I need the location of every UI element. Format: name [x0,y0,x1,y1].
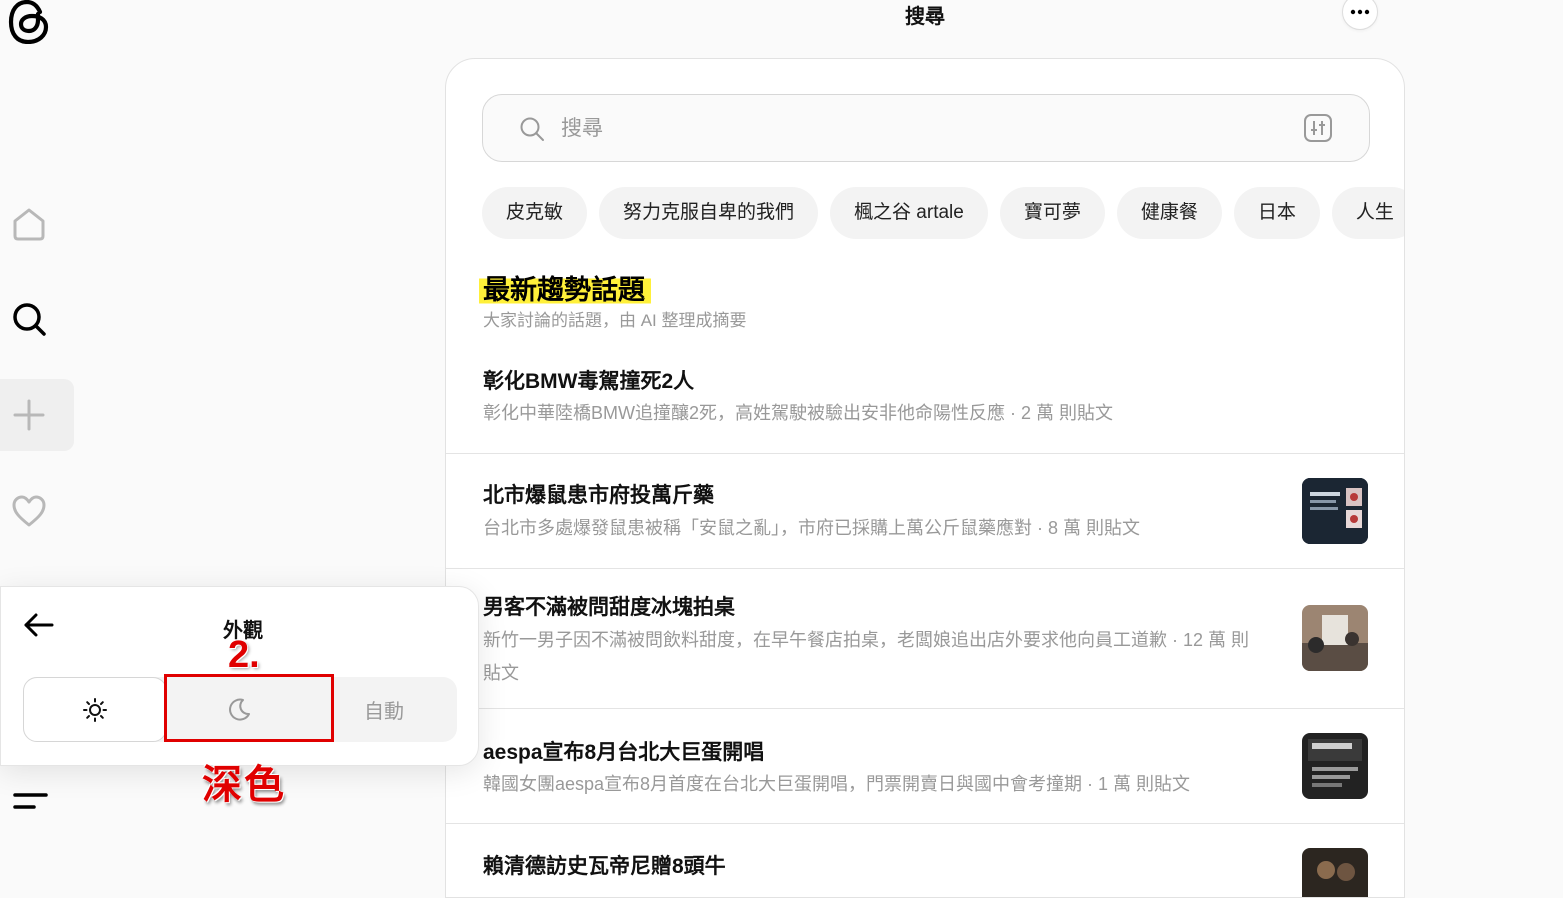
chip[interactable]: 健康餐 [1116,187,1222,239]
home-icon[interactable] [0,195,58,253]
chip[interactable]: 皮克敏 [482,187,588,239]
trending-subtitle: 大家討論的話題，由 AI 整理成摘要 [483,311,747,330]
chip[interactable]: 人生 [1331,187,1404,239]
topic-thumbnail [1302,733,1368,799]
topic-title: 男客不滿被問甜度冰塊拍桌 [483,596,735,619]
plus-icon[interactable] [0,386,58,444]
annotation-step-number: 2. [228,634,260,676]
topic-item[interactable]: 北市爆鼠患市府投萬斤藥 台北市多處爆發鼠患被稱「安鼠之亂」，市府已採購上萬公斤鼠… [446,454,1404,569]
topic-item[interactable]: 男客不滿被問甜度冰塊拍桌 新竹一男子因不滿被問飲料甜度，在早午餐店拍桌，老闆娘追… [446,569,1404,709]
sun-icon [83,697,107,722]
topic-title: 北市爆鼠患市府投萬斤藥 [483,484,714,507]
menu-icon[interactable] [12,788,50,819]
chip[interactable]: 寶可夢 [999,187,1105,239]
topic-thumbnail [1302,478,1368,544]
topic-description: 彰化中華陸橋BMW追撞釀2死，高姓駕駛被驗出安非他命陽性反應 · 2 萬 則貼文 [483,403,1114,423]
topic-title: 彰化BMW毒駕撞死2人 [483,370,695,393]
topic-item[interactable]: 彰化BMW毒駕撞死2人 彰化中華陸橋BMW追撞釀2死，高姓駕駛被驗出安非他命陽性… [446,344,1404,454]
topic-item[interactable]: 賴清德訪史瓦帝尼贈8頭牛 [446,824,1404,897]
topic-description: 新竹一男子因不滿被問飲料甜度，在早午餐店拍桌，老闆娘追出店外要求他向員工道歉 ·… [483,630,1250,683]
suggested-chips: 皮克敏 努力克服自卑的我們 楓之谷 artale 寶可夢 健康餐 日本 人生 [482,187,1404,239]
chip[interactable]: 努力克服自卑的我們 [599,187,819,239]
search-icon [519,116,545,147]
search-input[interactable] [559,113,1259,145]
heart-icon[interactable] [0,482,58,540]
chip[interactable]: 日本 [1233,187,1320,239]
topic-thumbnail [1302,605,1368,671]
page-title: 搜尋 [905,6,945,28]
topic-thumbnail [1302,848,1368,897]
trending-heading: 最新趨勢話題 [479,266,651,307]
topic-description: 韓國女團aespa宣布8月首度在台北大巨蛋開唱，門票開賣日與國中會考撞期 · 1… [483,774,1191,794]
filter-icon[interactable] [1303,113,1333,148]
search-box[interactable] [482,94,1370,162]
topic-item[interactable]: aespa宣布8月台北大巨蛋開唱 韓國女團aespa宣布8月首度在台北大巨蛋開唱… [446,709,1404,824]
search-icon[interactable] [0,290,58,348]
topic-title: aespa宣布8月台北大巨蛋開唱 [483,741,765,764]
light-mode-button[interactable] [23,677,167,742]
annotation-label: 深色 [202,763,286,807]
search-panel: 皮克敏 努力克服自卑的我們 楓之谷 artale 寶可夢 健康餐 日本 人生 最… [445,58,1405,898]
topic-title: 賴清德訪史瓦帝尼贈8頭牛 [483,855,726,878]
topic-description: 台北市多處爆發鼠患被稱「安鼠之亂」，市府已採購上萬公斤鼠藥應對 · 8 萬 則貼… [483,518,1141,538]
more-icon [1350,9,1370,15]
chip[interactable]: 楓之谷 artale [830,187,988,239]
annotation-highlight-box [164,674,334,742]
